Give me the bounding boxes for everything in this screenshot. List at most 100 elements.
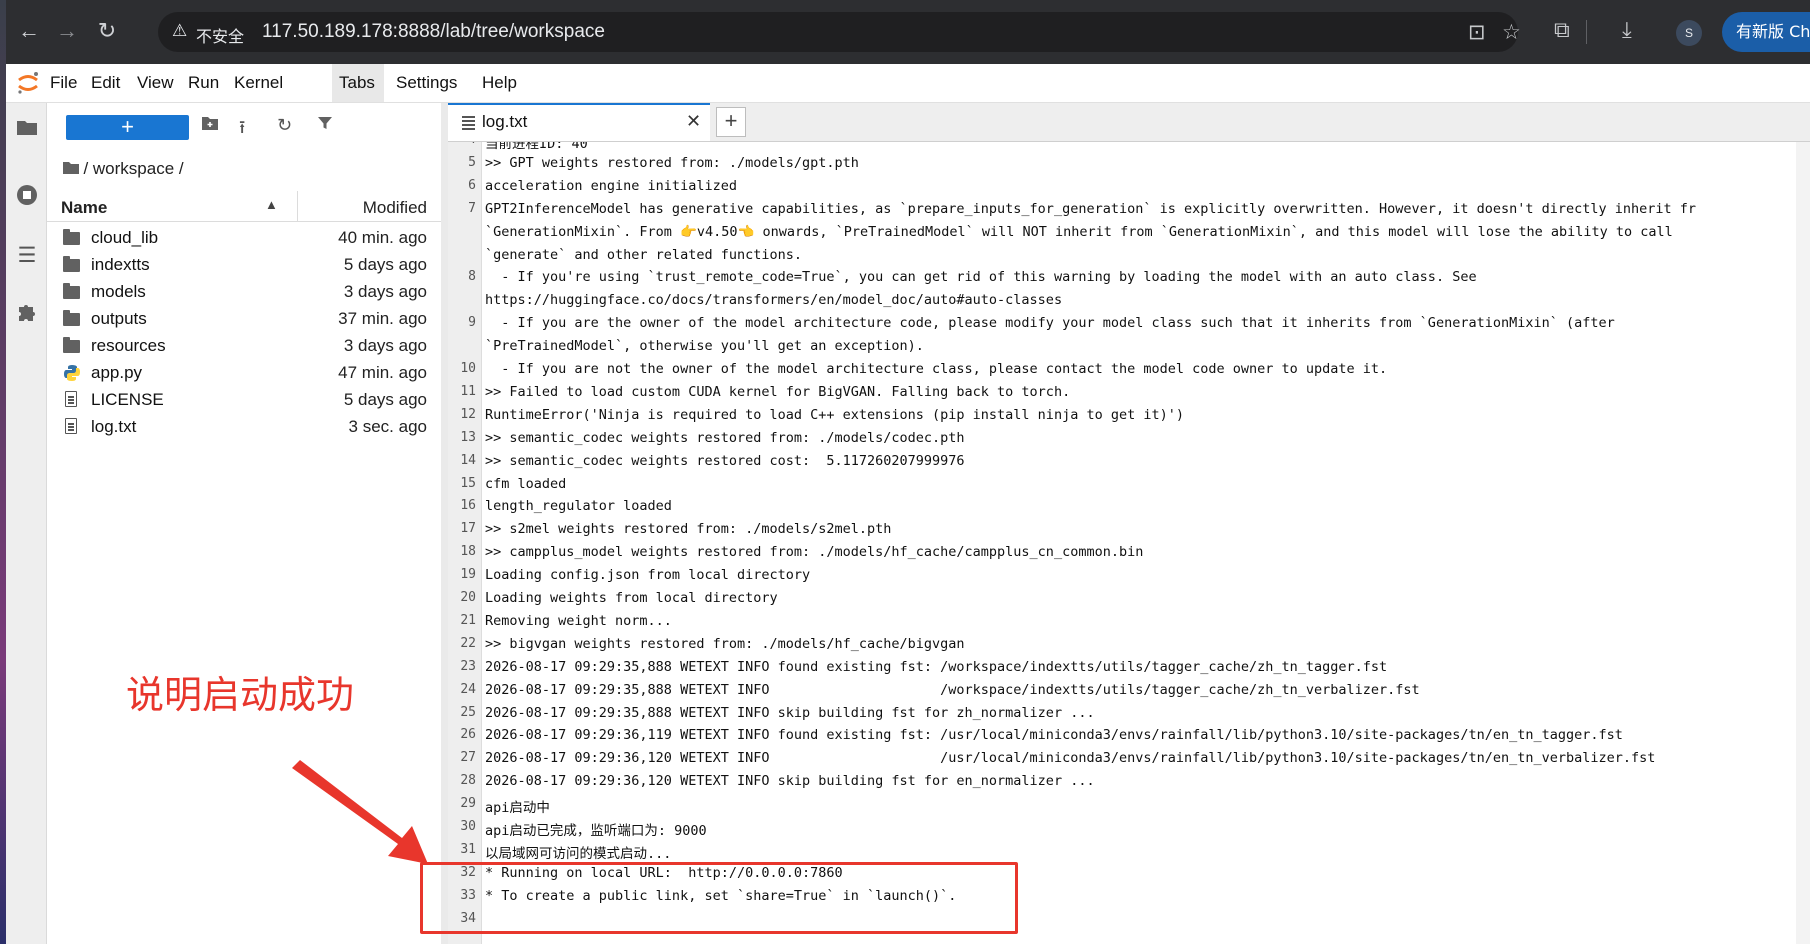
- forward-icon[interactable]: →: [52, 16, 82, 46]
- line-number: 24: [460, 681, 476, 697]
- tab-log-txt[interactable]: log.txt ✕: [448, 103, 710, 141]
- security-label: 不安全: [196, 27, 245, 46]
- line-number: 21: [460, 612, 476, 628]
- line-number: 17: [460, 521, 476, 537]
- address-bar[interactable]: ⚠ 不安全 117.50.189.178:8888/lab/tree/works…: [158, 12, 1521, 52]
- new-folder-icon[interactable]: [201, 115, 219, 136]
- code-line: >> semantic_codec weights restored from:…: [485, 429, 965, 446]
- breadcrumb-folder-icon: [63, 161, 83, 178]
- code-line: cfm loaded: [485, 475, 567, 492]
- list-item[interactable]: models 3 days ago: [47, 279, 441, 306]
- menu-view[interactable]: View: [137, 73, 174, 93]
- panel-splitter[interactable]: [441, 103, 448, 944]
- code-line: 当前进程ID: 40: [485, 142, 588, 152]
- code-line: https://huggingface.co/docs/transformers…: [485, 292, 1063, 309]
- column-name[interactable]: Name: [61, 198, 107, 218]
- extensions-icon[interactable]: ⧉: [1554, 17, 1570, 43]
- list-item[interactable]: outputs 37 min. ago: [47, 306, 441, 333]
- folder-icon: [63, 337, 81, 355]
- translate-icon[interactable]: ⊡: [1468, 20, 1486, 45]
- text-editor[interactable]: 4 5 6 7 8 9 10 11 12 13 14 15 16 17 18 19 20 21 22 23 24 25 26…: [448, 142, 1810, 944]
- column-divider: [297, 191, 298, 221]
- code-line: >> semantic_codec weights restored cost:…: [485, 452, 965, 469]
- table-of-contents-icon[interactable]: ☰: [14, 243, 40, 269]
- list-item[interactable]: LICENSE 5 days ago: [47, 387, 441, 414]
- bookmark-star-icon[interactable]: ☆: [1502, 20, 1521, 45]
- code-line: acceleration engine initialized: [485, 177, 737, 194]
- line-number-gutter: 4 5 6 7 8 9 10 11 12 13 14 15 16 17 18 19 20 21 22 23 24 25 26…: [448, 142, 482, 944]
- item-modified: 5 days ago: [343, 390, 427, 409]
- back-icon[interactable]: ←: [14, 16, 44, 46]
- code-line: `generate` and other related functions.: [485, 246, 802, 263]
- activity-bar: ☰: [6, 103, 47, 944]
- url-text[interactable]: 117.50.189.178:8888/lab/tree/workspace: [262, 21, 605, 43]
- folder-icon: [63, 283, 81, 301]
- new-launcher-button[interactable]: +: [66, 115, 189, 140]
- code-line: 2026-08-17 09:29:36,120 WETEXT INFO skip…: [485, 773, 1095, 790]
- item-name: cloud_lib: [91, 228, 159, 247]
- menu-kernel[interactable]: Kernel: [234, 73, 283, 93]
- reload-icon[interactable]: ↻: [92, 16, 122, 46]
- item-name: outputs: [91, 309, 147, 328]
- extension-puzzle-icon[interactable]: [14, 301, 40, 327]
- item-name: LICENSE: [91, 390, 164, 409]
- file-icon: [63, 391, 81, 409]
- line-number: 9: [468, 315, 476, 331]
- menu-settings[interactable]: Settings: [396, 73, 457, 93]
- file-browser-toolbar: + ⭱ ↻: [47, 103, 441, 147]
- list-item[interactable]: resources 3 days ago: [47, 333, 441, 360]
- line-number: 31: [460, 841, 476, 857]
- line-number: 12: [460, 406, 476, 422]
- menubar: File Edit View Run Kernel Tabs Settings …: [6, 64, 1810, 103]
- line-number: 27: [460, 750, 476, 766]
- code-line: 2026-08-17 09:29:36,120 WETEXT INFO /usr…: [485, 750, 1656, 767]
- line-number: 8: [468, 269, 476, 285]
- folder-icon: [63, 256, 81, 274]
- line-number: 10: [460, 361, 476, 376]
- code-line: Loading config.json from local directory: [485, 567, 811, 584]
- list-item[interactable]: log.txt 3 sec. ago: [47, 414, 441, 441]
- line-number: 23: [460, 658, 476, 674]
- code-line: >> Failed to load custom CUDA kernel for…: [485, 383, 1071, 400]
- line-number: 15: [460, 475, 476, 491]
- filter-icon[interactable]: [317, 115, 333, 136]
- close-icon[interactable]: ✕: [686, 111, 701, 132]
- toolbar-divider: [1586, 20, 1587, 44]
- code-line: 以局域网可访问的模式启动...: [485, 845, 672, 862]
- list-item[interactable]: app.py 47 min. ago: [47, 360, 441, 387]
- line-number: 16: [460, 498, 476, 514]
- breadcrumb-path[interactable]: / workspace /: [83, 159, 183, 178]
- item-modified: 3 days ago: [343, 336, 427, 355]
- profile-avatar[interactable]: S: [1676, 20, 1702, 46]
- menu-run[interactable]: Run: [188, 73, 219, 93]
- download-icon[interactable]: ⤓: [1622, 17, 1632, 43]
- file-list-header: Name ▲ Modified: [47, 191, 441, 222]
- menu-edit[interactable]: Edit: [91, 73, 120, 93]
- code-line: `PreTrainedModel`, otherwise you'll get …: [485, 338, 924, 355]
- breadcrumb[interactable]: / workspace /: [63, 159, 184, 179]
- code-line: Removing weight norm...: [485, 612, 672, 629]
- menu-help[interactable]: Help: [482, 73, 517, 93]
- add-tab-button[interactable]: +: [716, 107, 746, 137]
- line-number: 29: [460, 796, 476, 812]
- item-name: app.py: [91, 363, 143, 382]
- jupyter-logo-icon: [18, 72, 38, 94]
- update-chrome-button[interactable]: 有新版 Chro: [1722, 12, 1810, 52]
- line-number: 26: [460, 727, 476, 743]
- item-modified: 3 sec. ago: [348, 417, 427, 436]
- running-sessions-icon[interactable]: [14, 183, 40, 209]
- code-line: 2026-08-17 09:29:36,119 WETEXT INFO foun…: [485, 727, 1623, 744]
- text-file-icon: [462, 115, 476, 131]
- column-modified[interactable]: Modified: [363, 198, 427, 218]
- sort-up-icon[interactable]: ▲: [265, 197, 278, 212]
- upload-icon[interactable]: ⭱: [239, 115, 245, 145]
- vertical-scrollbar[interactable]: [1796, 142, 1810, 944]
- item-modified: 47 min. ago: [338, 363, 427, 382]
- list-item[interactable]: cloud_lib 40 min. ago: [47, 225, 441, 252]
- list-item[interactable]: indextts 5 days ago: [47, 252, 441, 279]
- refresh-icon[interactable]: ↻: [277, 115, 292, 136]
- menu-tabs[interactable]: Tabs: [339, 73, 375, 93]
- code-line: 2026-08-17 09:29:35,888 WETEXT INFO foun…: [485, 658, 1388, 675]
- menu-file[interactable]: File: [50, 73, 77, 93]
- folder-icon[interactable]: [14, 117, 40, 143]
